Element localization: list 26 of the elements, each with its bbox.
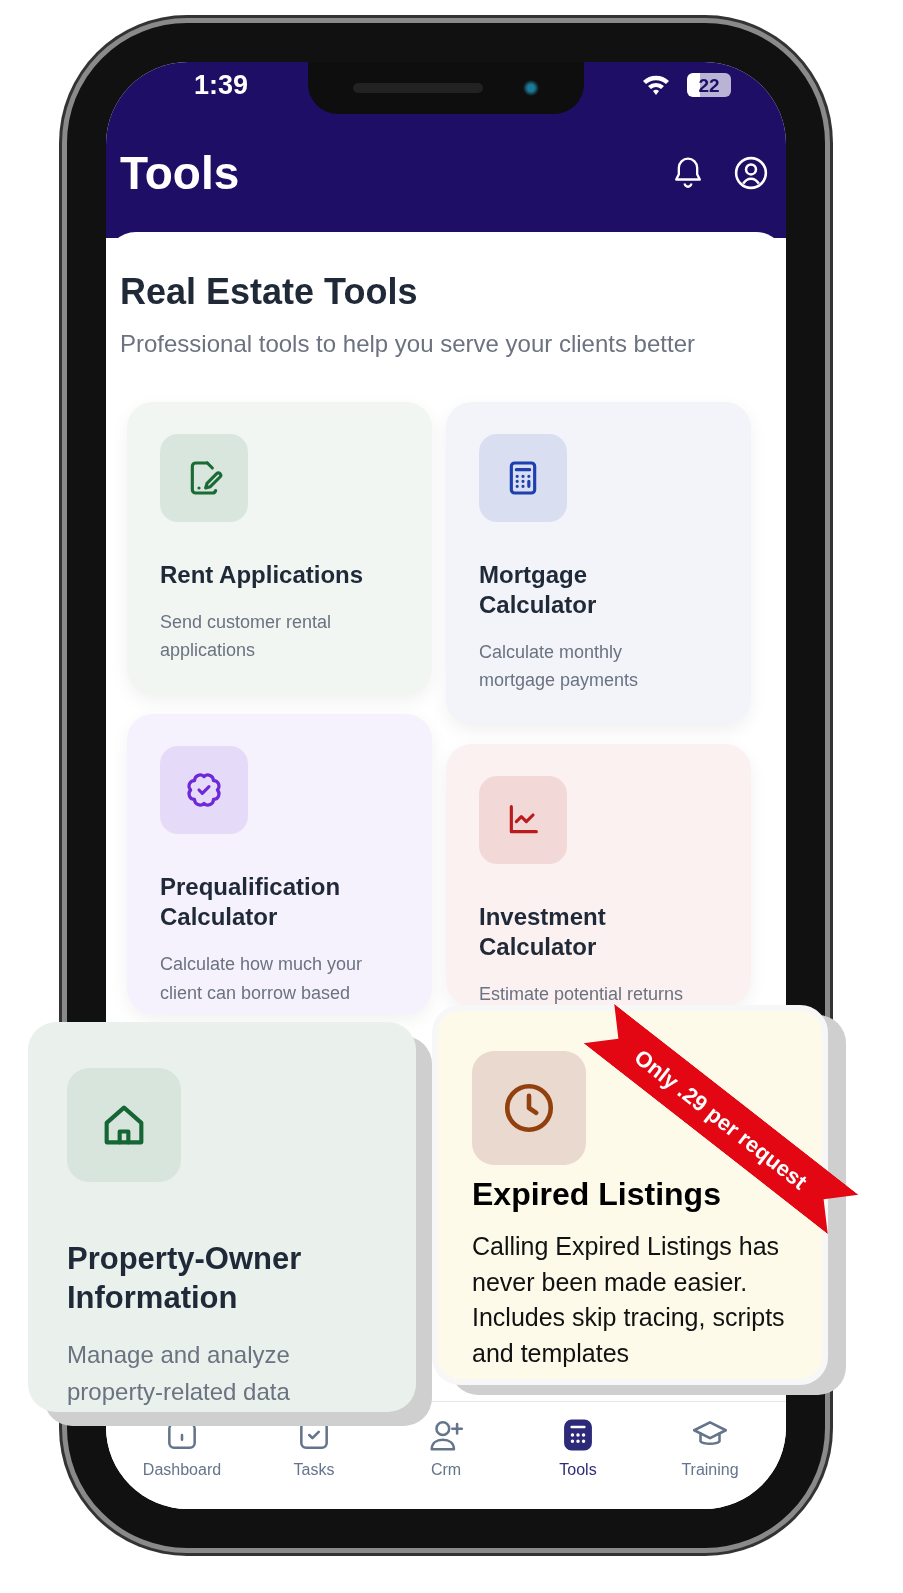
section-title: Real Estate Tools <box>120 272 419 312</box>
featured-title: Property-Owner Information <box>67 1240 303 1317</box>
tool-card[interactable]: Investment Calculator Estimate potential returns <box>446 744 751 1007</box>
bell-icon[interactable] <box>672 156 704 190</box>
status-time: 1:39 <box>194 68 249 102</box>
tool-card[interactable]: Rent Applications Send customer rental applications <box>127 401 432 696</box>
nav-tab[interactable]: Tools <box>523 1416 633 1509</box>
nav-tab[interactable]: Crm <box>391 1416 501 1509</box>
tool-title: Mortgage Calculator <box>479 559 598 620</box>
wifi-icon <box>641 73 671 97</box>
user-icon[interactable] <box>734 156 768 190</box>
nav-tab[interactable]: Training <box>655 1416 765 1509</box>
tool-card[interactable]: Mortgage Calculator Calculate monthly mortgage payments <box>446 401 751 726</box>
tool-title: Rent Applications <box>160 559 365 590</box>
tool-description: Calculate how much your client can borrow based <box>160 953 364 1005</box>
nav-tab[interactable]: Tasks <box>259 1416 369 1509</box>
tool-description: Calculate monthly mortgage payments <box>479 640 640 693</box>
page-title: Tools <box>120 150 240 196</box>
section-subtitle: Professional tools to help you serve your clients better <box>120 328 696 359</box>
tool-description: Send customer rental applications <box>160 610 333 663</box>
battery-icon: 22 <box>687 73 731 97</box>
featured-description: Manage and analyze property-related data <box>67 1339 291 1407</box>
tool-title: Investment Calculator <box>479 902 607 963</box>
tool-title: Prequalification Calculator <box>160 872 342 933</box>
tool-card[interactable]: Prequalification Calculator Calculate how much your client can borrow based <box>127 714 432 1015</box>
nav-tab[interactable]: Dashboard <box>127 1416 237 1509</box>
